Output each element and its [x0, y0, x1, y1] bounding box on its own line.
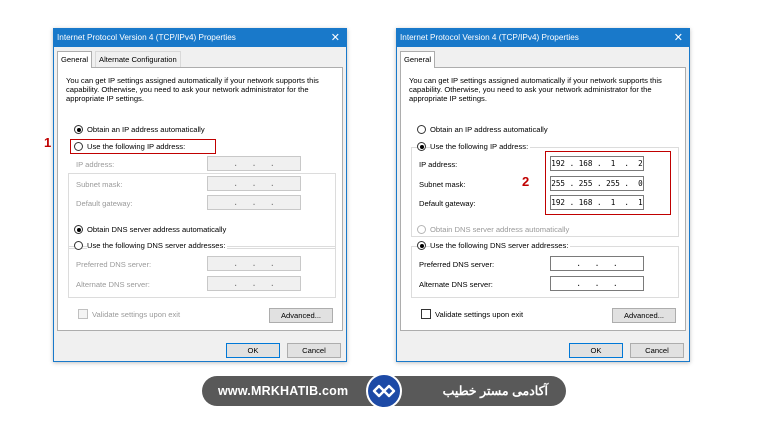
- ipv4-properties-dialog-1: Internet Protocol Version 4 (TCP/IPv4) P…: [53, 28, 347, 362]
- subnet-mask-input[interactable]: . . .: [207, 176, 301, 191]
- preferred-dns-label: Preferred DNS server:: [76, 260, 152, 269]
- ip-address-input[interactable]: . . .: [207, 156, 301, 171]
- validate-label: Validate settings upon exit: [92, 310, 181, 319]
- ok-button[interactable]: OK: [569, 343, 623, 358]
- preferred-dns-input[interactable]: . . .: [550, 256, 644, 271]
- obtain-dns-auto-radio[interactable]: [417, 225, 426, 234]
- close-icon[interactable]: ✕: [674, 29, 683, 47]
- description-text: You can get IP settings assigned automat…: [409, 76, 662, 103]
- advanced-button[interactable]: Advanced...: [612, 308, 676, 323]
- obtain-dns-auto-label: Obtain DNS server address automatically: [87, 225, 227, 234]
- alternate-dns-label: Alternate DNS server:: [419, 280, 493, 289]
- close-icon[interactable]: ✕: [331, 29, 340, 47]
- obtain-ip-auto-label: Obtain an IP address automatically: [430, 125, 548, 134]
- alternate-dns-input[interactable]: . . .: [207, 276, 301, 291]
- ip-address-label: IP address:: [419, 160, 458, 169]
- default-gateway-label: Default gateway:: [419, 199, 476, 208]
- tab-general[interactable]: General: [400, 51, 436, 68]
- annotation-number-1: 1: [44, 135, 52, 150]
- description-text: You can get IP settings assigned automat…: [66, 76, 319, 103]
- brand-logo-icon: [366, 373, 402, 409]
- general-panel: You can get IP settings assigned automat…: [57, 67, 343, 331]
- general-panel: You can get IP settings assigned automat…: [400, 67, 686, 331]
- default-gateway-label: Default gateway:: [76, 199, 133, 208]
- validate-checkbox[interactable]: [421, 309, 431, 319]
- highlight-box: [70, 139, 216, 154]
- subnet-mask-label: Subnet mask:: [76, 180, 123, 189]
- obtain-ip-auto-label: Obtain an IP address automatically: [87, 125, 205, 134]
- preferred-dns-label: Preferred DNS server:: [419, 260, 495, 269]
- use-following-dns-label: Use the following DNS server addresses:: [87, 241, 228, 250]
- annotation-number-2: 2: [522, 174, 530, 189]
- use-following-ip-label: Use the following IP address:: [430, 142, 531, 151]
- subnet-mask-label: Subnet mask:: [419, 180, 466, 189]
- tab-general[interactable]: General: [57, 51, 93, 68]
- dialog-title: Internet Protocol Version 4 (TCP/IPv4) P…: [400, 33, 579, 42]
- ok-button[interactable]: OK: [226, 343, 280, 358]
- website-url[interactable]: www.MRKHATIB.com: [218, 376, 348, 406]
- alternate-dns-label: Alternate DNS server:: [76, 280, 150, 289]
- default-gateway-input[interactable]: . . .: [207, 195, 301, 210]
- title-bar: Internet Protocol Version 4 (TCP/IPv4) P…: [397, 29, 689, 47]
- title-bar: Internet Protocol Version 4 (TCP/IPv4) P…: [54, 29, 346, 47]
- ipv4-properties-dialog-2: Internet Protocol Version 4 (TCP/IPv4) P…: [396, 28, 690, 362]
- cancel-button[interactable]: Cancel: [287, 343, 341, 358]
- alternate-dns-input[interactable]: . . .: [550, 276, 644, 291]
- obtain-dns-auto-radio[interactable]: [74, 225, 83, 234]
- obtain-ip-auto-radio[interactable]: [417, 125, 426, 134]
- use-following-dns-label: Use the following DNS server addresses:: [430, 241, 571, 250]
- cancel-button[interactable]: Cancel: [630, 343, 684, 358]
- obtain-ip-auto-radio[interactable]: [74, 125, 83, 134]
- preferred-dns-input[interactable]: . . .: [207, 256, 301, 271]
- tab-alternate-configuration[interactable]: Alternate Configuration: [95, 51, 181, 67]
- infinity-diamond-icon: [372, 384, 396, 398]
- use-following-dns-radio[interactable]: [74, 241, 83, 250]
- highlight-box: [545, 151, 671, 215]
- use-following-ip-radio[interactable]: [417, 142, 426, 151]
- obtain-dns-auto-label: Obtain DNS server address automatically: [430, 225, 570, 234]
- dialog-title: Internet Protocol Version 4 (TCP/IPv4) P…: [57, 33, 236, 42]
- validate-checkbox[interactable]: [78, 309, 88, 319]
- ip-address-label: IP address:: [76, 160, 115, 169]
- academy-name: آکادمی مستر خطیب: [442, 384, 548, 398]
- advanced-button[interactable]: Advanced...: [269, 308, 333, 323]
- validate-label: Validate settings upon exit: [435, 310, 524, 319]
- use-following-dns-radio[interactable]: [417, 241, 426, 250]
